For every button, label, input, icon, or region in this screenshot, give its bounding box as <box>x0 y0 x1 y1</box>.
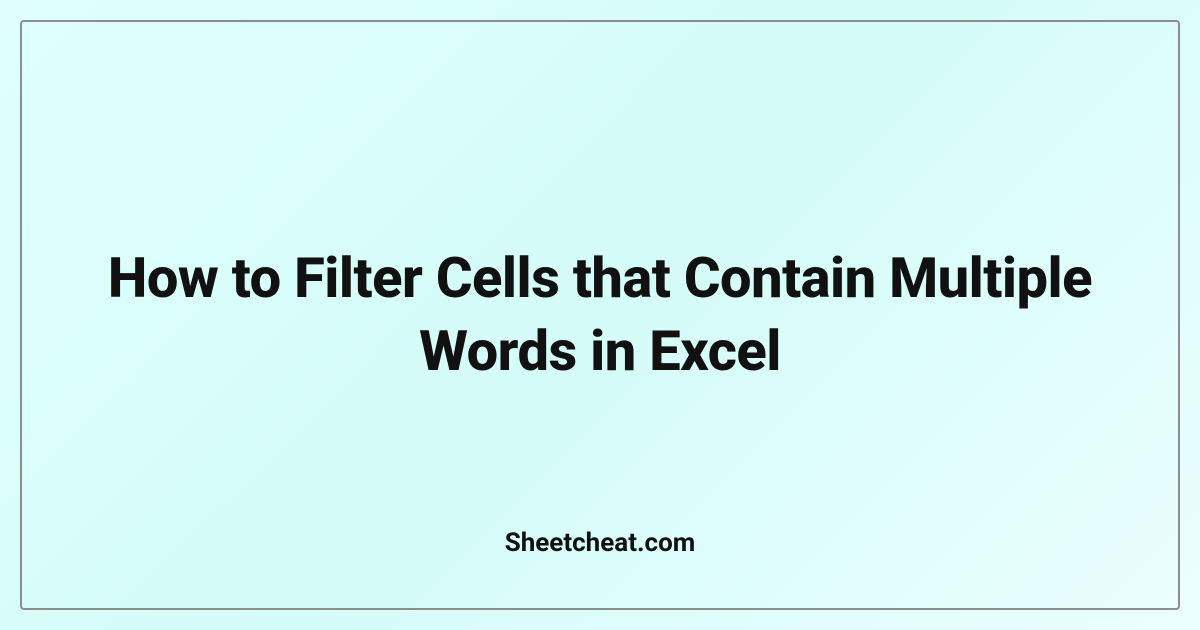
page-title: How to Filter Cells that Contain Multipl… <box>102 242 1098 388</box>
site-name: Sheetcheat.com <box>505 528 696 558</box>
content-card: How to Filter Cells that Contain Multipl… <box>20 20 1180 610</box>
